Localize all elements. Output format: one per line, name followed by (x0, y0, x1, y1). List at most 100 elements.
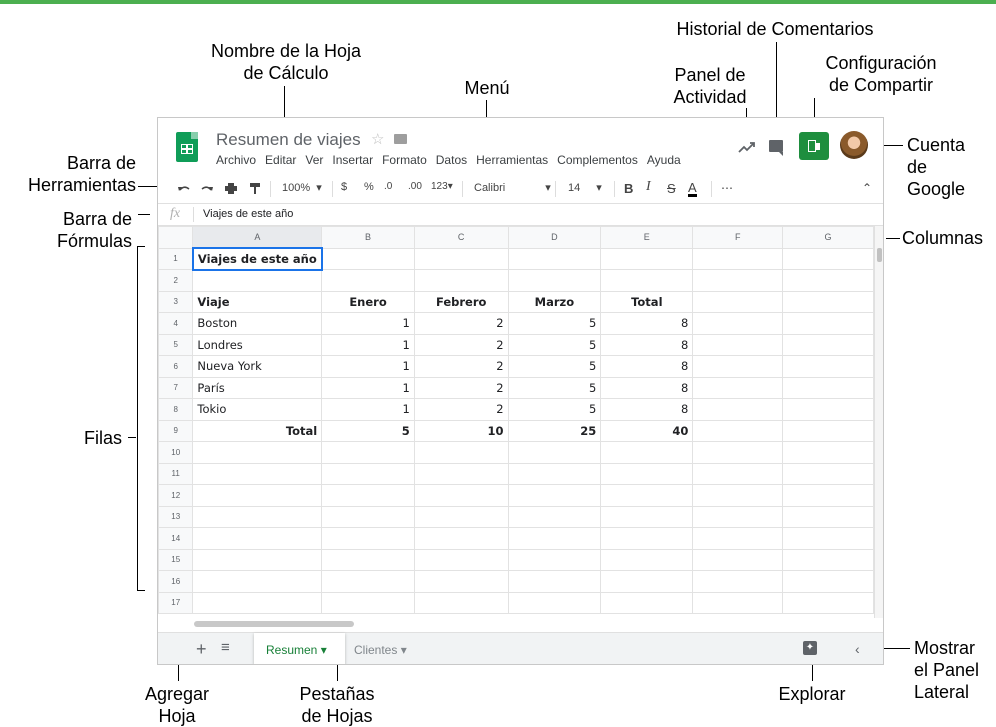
grid-cell[interactable] (413, 247, 509, 270)
grid-cell[interactable] (321, 441, 415, 464)
grid-cell[interactable] (321, 269, 415, 292)
menu-editar[interactable]: Editar (265, 153, 296, 167)
grid-cell[interactable] (321, 570, 415, 593)
grid-cell[interactable] (692, 333, 784, 356)
grid-cell[interactable]: 5 (507, 398, 602, 421)
grid-cell[interactable] (507, 247, 602, 270)
grid-cell[interactable] (507, 462, 602, 485)
grid-cell[interactable] (600, 505, 694, 528)
grid-cell[interactable]: 1 (321, 398, 415, 421)
grid-cell[interactable]: 5 (507, 376, 602, 399)
menu-formato[interactable]: Formato (382, 153, 427, 167)
tab-resumen[interactable]: Resumen ▾ (254, 633, 345, 664)
grid-cell[interactable] (692, 247, 784, 270)
activity-trend-icon[interactable] (738, 140, 756, 154)
grid-cell[interactable] (192, 484, 323, 507)
grid-cell[interactable]: Marzo (507, 290, 602, 313)
menu-datos[interactable]: Datos (436, 153, 467, 167)
grid-cell[interactable] (782, 505, 874, 528)
grid-cell[interactable] (413, 570, 509, 593)
grid-cell[interactable]: 8 (600, 355, 694, 378)
grid-cell[interactable] (782, 419, 874, 442)
grid-cell[interactable] (692, 398, 784, 421)
grid-cell[interactable] (192, 505, 323, 528)
grid-cell[interactable] (600, 441, 694, 464)
grid-cell[interactable]: Boston (192, 312, 323, 335)
grid-cell[interactable]: Tokio (192, 398, 323, 421)
grid-cell[interactable] (782, 527, 874, 550)
menu-insertar[interactable]: Insertar (332, 153, 373, 167)
grid-cell[interactable] (413, 269, 509, 292)
grid-cell[interactable] (692, 484, 784, 507)
grid-cell[interactable] (600, 269, 694, 292)
account-avatar[interactable] (840, 131, 868, 159)
grid-cell[interactable] (782, 591, 874, 614)
grid-cell[interactable] (692, 355, 784, 378)
grid-cell[interactable]: 8 (600, 376, 694, 399)
grid-cell[interactable] (782, 247, 874, 270)
grid-cell[interactable] (782, 484, 874, 507)
grid-cell[interactable] (507, 269, 602, 292)
grid-cell[interactable] (600, 570, 694, 593)
currency-button[interactable]: $ (341, 181, 347, 193)
grid-cell[interactable] (413, 527, 509, 550)
decrease-decimal-button[interactable]: .0 (384, 181, 392, 192)
grid-cell[interactable] (782, 462, 874, 485)
comment-history-icon[interactable] (769, 140, 783, 156)
grid-cell[interactable]: 25 (507, 419, 602, 442)
grid-cell[interactable] (692, 269, 784, 292)
grid-cell[interactable] (692, 419, 784, 442)
grid-cell[interactable] (507, 484, 602, 507)
undo-icon[interactable] (178, 183, 190, 194)
menu-herramientas[interactable]: Herramientas (476, 153, 548, 167)
explore-button[interactable]: ✦ (803, 641, 817, 655)
spreadsheet-grid[interactable]: A B C D E F G 1 Viajes de este año 2 3 Viaje… (158, 226, 874, 614)
column-header-g[interactable]: G (782, 226, 874, 249)
grid-cell[interactable] (692, 570, 784, 593)
column-header-d[interactable]: D (507, 226, 602, 249)
side-panel-toggle[interactable]: ‹ (855, 641, 860, 657)
grid-cell[interactable] (507, 591, 602, 614)
grid-cell[interactable] (692, 548, 784, 571)
row-header[interactable]: 11 (158, 462, 194, 485)
grid-cell[interactable]: 1 (321, 333, 415, 356)
share-button[interactable] (799, 132, 829, 160)
column-header-f[interactable]: F (692, 226, 784, 249)
font-select[interactable]: Calibri ▾ (474, 181, 551, 194)
collapse-toolbar-icon[interactable]: ⌃ (862, 181, 872, 195)
grid-cell[interactable]: 2 (413, 376, 509, 399)
grid-cell[interactable]: Londres (192, 333, 323, 356)
redo-icon[interactable] (201, 183, 213, 194)
row-header[interactable]: 2 (158, 269, 194, 292)
grid-cell[interactable]: 10 (413, 419, 509, 442)
row-header[interactable]: 9 (158, 419, 194, 442)
grid-cell[interactable] (192, 591, 323, 614)
grid-cell[interactable]: 2 (413, 355, 509, 378)
grid-cell[interactable] (692, 527, 784, 550)
grid-cell[interactable] (782, 570, 874, 593)
add-sheet-button[interactable]: + (196, 639, 207, 660)
grid-cell[interactable] (507, 548, 602, 571)
grid-cell[interactable]: 8 (600, 312, 694, 335)
grid-cell[interactable]: Enero (321, 290, 415, 313)
font-size-select[interactable]: 14 ▾ (568, 181, 602, 194)
grid-cell[interactable] (600, 527, 694, 550)
row-header[interactable]: 13 (158, 505, 194, 528)
doc-title[interactable]: Resumen de viajes (216, 130, 361, 150)
grid-cell[interactable] (413, 462, 509, 485)
all-sheets-button[interactable]: ≡ (221, 639, 230, 656)
grid-cell[interactable]: Viaje (192, 290, 323, 313)
zoom-select[interactable]: 100% ▾ (282, 181, 322, 194)
grid-cell[interactable] (692, 462, 784, 485)
grid-cell[interactable] (782, 441, 874, 464)
grid-cell[interactable] (413, 484, 509, 507)
grid-cell[interactable] (192, 548, 323, 571)
row-header[interactable]: 10 (158, 441, 194, 464)
strikethrough-button[interactable]: S (667, 181, 676, 196)
grid-cell[interactable] (507, 441, 602, 464)
grid-cell[interactable] (413, 505, 509, 528)
grid-cell[interactable] (413, 441, 509, 464)
grid-cell[interactable] (192, 527, 323, 550)
grid-cell[interactable] (692, 591, 784, 614)
grid-cell[interactable] (600, 548, 694, 571)
